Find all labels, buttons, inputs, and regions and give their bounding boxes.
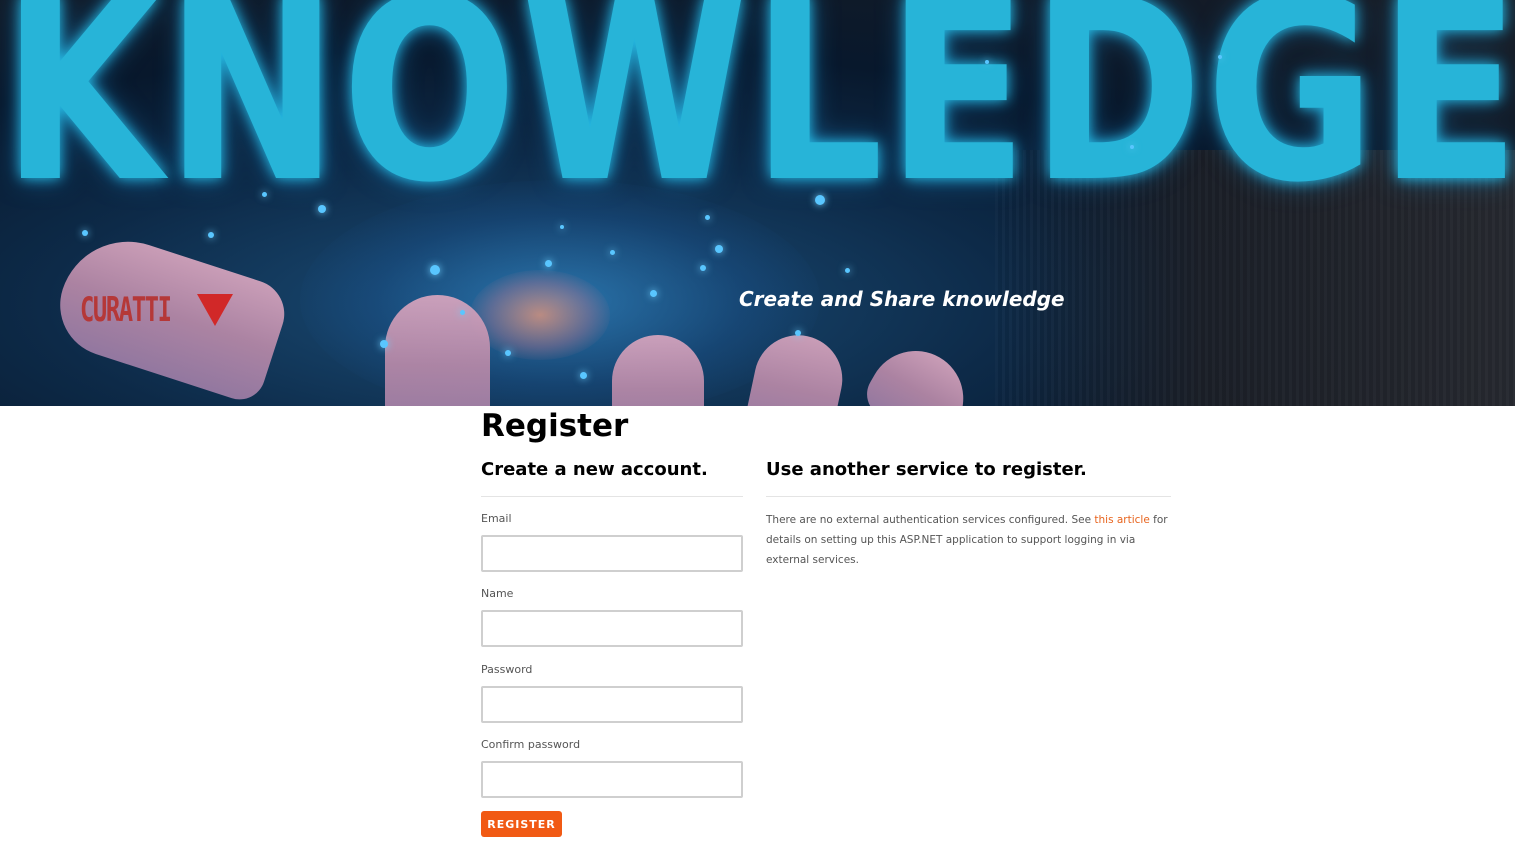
hero-tagline: Create and Share knowledge (739, 287, 1065, 311)
divider (766, 496, 1171, 497)
password-field[interactable] (481, 686, 743, 723)
curatti-logo: CURATTI (80, 290, 233, 330)
particle (715, 245, 723, 253)
password-label: Password (481, 663, 533, 676)
particle (580, 372, 587, 379)
particle (262, 192, 267, 197)
email-field[interactable] (481, 535, 743, 572)
confirm-password-label: Confirm password (481, 738, 581, 751)
logo-triangle-icon (197, 294, 233, 326)
particle (985, 60, 989, 64)
hero-banner-word: KNOWLEDGE (2, 0, 1515, 238)
particle (380, 340, 388, 348)
particle (560, 225, 564, 229)
particle (650, 290, 657, 297)
page-title: Register (481, 408, 629, 444)
particle (845, 268, 850, 273)
name-label: Name (481, 587, 514, 600)
particle (795, 330, 801, 336)
particle (318, 205, 326, 213)
particle (700, 265, 706, 271)
divider (481, 496, 743, 497)
particle (1130, 145, 1134, 149)
particle (545, 260, 552, 267)
particle (208, 232, 214, 238)
name-field[interactable] (481, 610, 743, 647)
hero-finger (385, 295, 490, 406)
particle (82, 230, 88, 236)
particle (610, 250, 615, 255)
particle (460, 310, 465, 315)
particle (505, 350, 511, 356)
external-services-heading: Use another service to register. (766, 459, 1087, 480)
register-form: Create a new account. Email Name Passwor… (481, 456, 743, 837)
hero-banner: KNOWLEDGE CURATTI Create and Share knowl… (0, 0, 1515, 406)
particle (430, 265, 440, 275)
confirm-password-field[interactable] (481, 761, 743, 798)
particle (705, 215, 710, 220)
particle (815, 195, 825, 205)
logo-text: CURATTI (80, 290, 172, 330)
email-label: Email (481, 512, 512, 525)
register-button[interactable]: REGISTER (481, 811, 562, 837)
hero-orb (470, 270, 610, 360)
create-account-heading: Create a new account. (481, 459, 708, 480)
hero-finger (858, 333, 981, 406)
particle (1218, 55, 1222, 59)
external-services-section: Use another service to register. There a… (766, 456, 1171, 566)
message-text: There are no external authentication ser… (766, 514, 1095, 526)
external-services-message: There are no external authentication ser… (766, 510, 1171, 570)
this-article-link[interactable]: this article (1094, 514, 1149, 526)
